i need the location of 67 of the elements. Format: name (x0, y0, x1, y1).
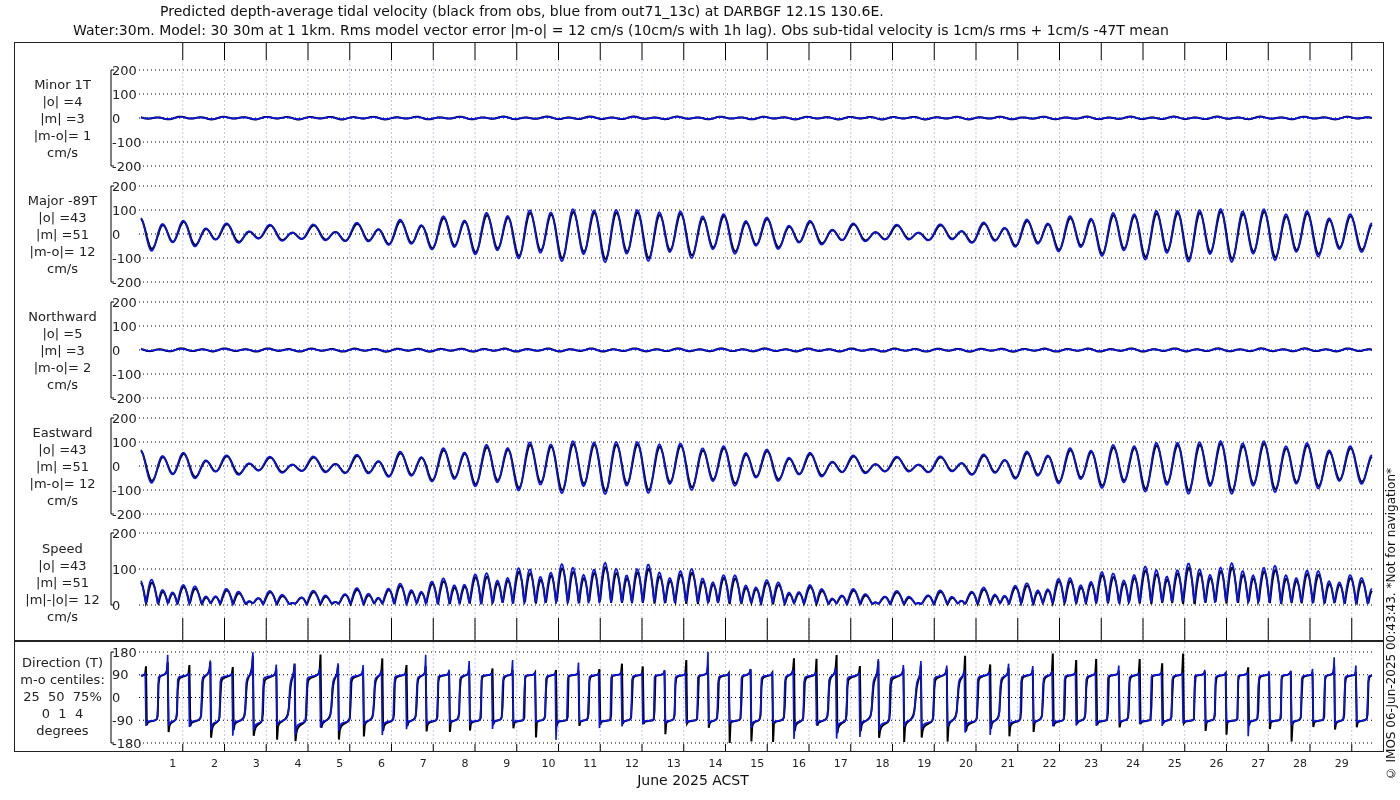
chart-subtitle: Water:30m. Model: 30 30m at 1 1km. Rms model vector error |m-o| = 12 cm/s (10cm/s with 1h lag). Obs sub-tidal velocity is 1cm/s rms + 1cm/s -47T mean (72, 21, 1170, 40)
y-tick-label: 0 (112, 597, 121, 613)
panel-label: Eastward |o| =43 |m| =51 |m-o|= 12 cm/s (29, 423, 96, 509)
x-tick-label: 1 (169, 757, 177, 770)
x-tick-label: 9 (503, 757, 511, 770)
x-tick-label: 8 (461, 757, 469, 770)
y-tick-label: 0 (112, 226, 121, 242)
panel-label: Direction (T) m-o centiles: 25 50 75% 0 1 4 degrees (20, 654, 105, 739)
y-tick-label: 200 (112, 178, 137, 194)
y-tick-label: 100 (112, 318, 137, 334)
x-tick-label: 13 (666, 757, 681, 770)
x-tick-label: 7 (419, 757, 427, 770)
x-tick-label: 6 (378, 757, 385, 770)
y-tick-label: -90 (112, 712, 134, 728)
x-tick-label: 4 (294, 757, 302, 770)
y-tick-label: -200 (112, 390, 142, 406)
y-tick-label: 90 (112, 667, 129, 683)
x-tick-label: 22 (1042, 757, 1057, 770)
y-tick-label: 100 (112, 86, 137, 102)
y-tick-label: 200 (112, 62, 137, 78)
panel-label: Northward |o| =5 |m| =3 |m-o|= 2 cm/s (28, 307, 97, 393)
x-tick-label: 18 (875, 757, 890, 770)
x-tick-label: 11 (583, 757, 598, 770)
x-tick-label: 16 (792, 757, 806, 770)
x-tick-label: 23 (1084, 757, 1099, 770)
y-tick-label: -200 (112, 506, 142, 522)
y-tick-label: 0 (112, 110, 121, 126)
y-tick-label: -100 (112, 482, 142, 498)
y-tick-label: -100 (112, 250, 142, 266)
x-tick-label: 17 (833, 757, 848, 770)
y-tick-label: 100 (112, 434, 137, 450)
y-tick-label: 100 (112, 561, 137, 577)
copyright-notice: © IMOS 06-Jun-2025 00:43:43. *Not for navigation* (1384, 467, 1399, 780)
x-tick-label: 25 (1167, 757, 1182, 770)
y-tick-label: 200 (112, 525, 137, 541)
panel-label: Minor 1T |o| =4 |m| =3 |m-o|= 1 cm/s (33, 75, 92, 161)
x-tick-label: 14 (708, 757, 723, 770)
x-tick-label: 29 (1334, 757, 1349, 770)
x-tick-label: 3 (252, 757, 260, 770)
x-tick-label: 19 (917, 757, 932, 770)
x-tick-label: 10 (541, 757, 556, 770)
y-tick-label: 200 (112, 294, 137, 310)
x-tick-label: 26 (1209, 757, 1224, 770)
y-tick-label: -200 (112, 274, 142, 290)
x-tick-label: 5 (336, 757, 344, 770)
y-tick-label: 0 (112, 458, 121, 474)
x-tick-label: 24 (1126, 757, 1140, 770)
x-tick-label: 12 (625, 757, 639, 770)
x-tick-label: 27 (1251, 757, 1266, 770)
x-tick-label: 20 (959, 757, 973, 770)
y-tick-label: -100 (112, 366, 142, 382)
y-tick-label: -100 (112, 134, 142, 150)
y-tick-label: 100 (112, 202, 137, 218)
y-tick-label: 0 (112, 342, 121, 358)
y-tick-label: -180 (112, 735, 142, 751)
panel-label: Major -89T |o| =43 |m| =51 |m-o|= 12 cm/s (27, 191, 98, 277)
y-tick-label: 200 (112, 410, 137, 426)
y-tick-label: 0 (112, 690, 121, 705)
x-tick-label: 2 (211, 757, 218, 770)
chart-title: Predicted depth-average tidal velocity (black from obs, blue from out71_13c) at DARBGF 12.1S 130.6E. (159, 2, 885, 21)
y-tick-label: -200 (112, 158, 142, 174)
x-tick-label: 21 (1000, 757, 1015, 770)
panel-label: Speed |o| =43 |m| =51 |m|-|o|= 12 cm/s (25, 539, 100, 625)
y-tick-label: 180 (112, 644, 137, 660)
x-tick-label: 15 (750, 757, 765, 770)
x-tick-label: 28 (1293, 757, 1307, 770)
x-axis-title: June 2025 ACST (637, 772, 749, 789)
